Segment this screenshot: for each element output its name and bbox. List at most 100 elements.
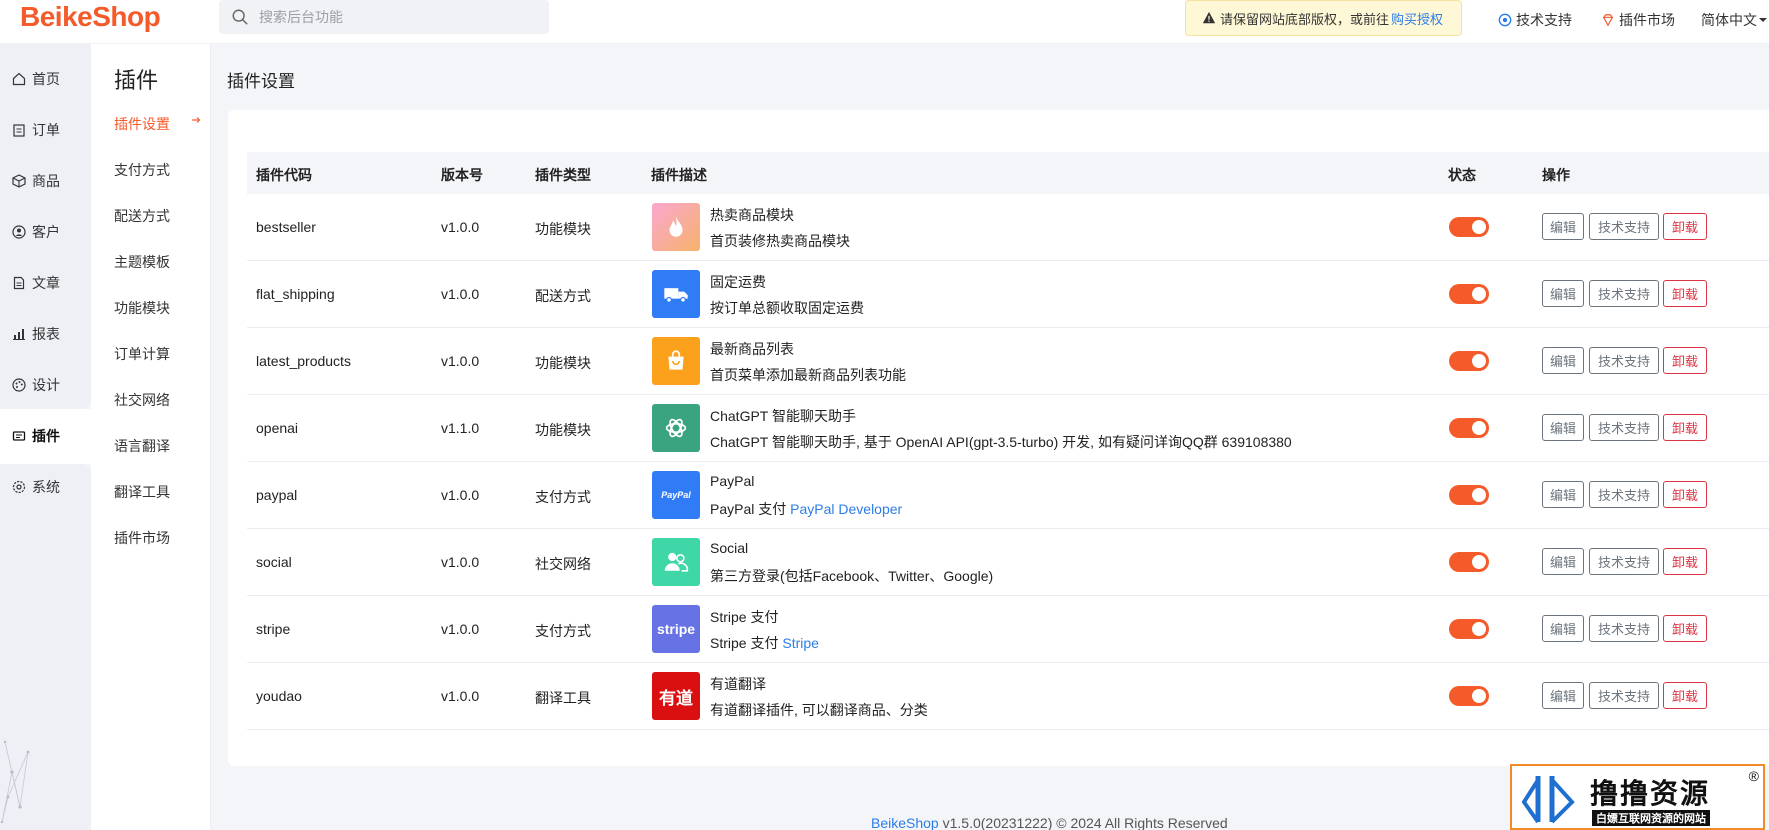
tech-support-button[interactable]: 技术支持 xyxy=(1589,213,1659,240)
sidebar-item-products[interactable]: 商品 xyxy=(12,171,60,191)
status-toggle[interactable] xyxy=(1449,686,1489,706)
uninstall-button[interactable]: 卸载 xyxy=(1663,548,1707,575)
status-toggle[interactable] xyxy=(1449,284,1489,304)
clipboard-icon xyxy=(13,124,25,137)
plugin-version: v1.0.0 xyxy=(441,688,480,704)
edit-button[interactable]: 编辑 xyxy=(1542,548,1584,575)
plugin-name: PayPal xyxy=(710,473,755,489)
sidebar-item-customers[interactable]: 客户 xyxy=(12,222,60,242)
uninstall-button[interactable]: 卸载 xyxy=(1663,414,1707,441)
search-box[interactable] xyxy=(219,0,549,34)
decoration-graphic xyxy=(0,740,30,824)
plugin-code: flat_shipping xyxy=(256,286,335,302)
edit-button[interactable]: 编辑 xyxy=(1542,414,1584,441)
home-icon xyxy=(12,72,26,86)
status-toggle[interactable] xyxy=(1449,552,1489,572)
uninstall-button[interactable]: 卸载 xyxy=(1663,280,1707,307)
subnav-item-plugin-settings[interactable]: 插件设置 xyxy=(114,114,170,134)
uninstall-button[interactable]: 卸载 xyxy=(1663,347,1707,374)
plugin-description: Stripe 支付 Stripe xyxy=(710,635,819,651)
logo[interactable]: BeikeShop xyxy=(20,0,161,34)
plugin-description: PayPal 支付 PayPal Developer xyxy=(710,501,903,517)
column-header-description: 插件描述 xyxy=(651,167,707,183)
subnav-item-social[interactable]: 社交网络 xyxy=(114,390,170,410)
plugin-name: 热卖商品模块 xyxy=(710,207,794,223)
sidebar-item-label: 客户 xyxy=(32,224,60,240)
language-label: 简体中文 xyxy=(1701,12,1757,28)
plugin-version: v1.0.0 xyxy=(441,621,480,637)
plugin-type: 功能模块 xyxy=(535,355,591,371)
sidebar-item-plugins[interactable]: 插件 xyxy=(12,426,60,446)
subnav-item-shipping[interactable]: 配送方式 xyxy=(114,206,170,226)
plugin-code: bestseller xyxy=(256,219,316,235)
plugin-description: 第三方登录(包括Facebook、Twitter、Google) xyxy=(710,568,994,584)
search-input[interactable] xyxy=(259,9,539,25)
plugin-market-link[interactable]: 插件市场 xyxy=(1601,10,1675,30)
edit-button[interactable]: 编辑 xyxy=(1542,280,1584,307)
subnav-item-translator[interactable]: 翻译工具 xyxy=(114,482,170,502)
sidebar-item-orders[interactable]: 订单 xyxy=(12,120,60,140)
stripe-icon: stripe xyxy=(652,605,700,653)
sidebar-item-label: 插件 xyxy=(32,428,60,444)
plugin-description: 有道翻译插件, 可以翻译商品、分类 xyxy=(710,702,928,718)
tech-support-button[interactable]: 技术支持 xyxy=(1589,280,1659,307)
box-icon xyxy=(12,174,26,188)
uninstall-button[interactable]: 卸载 xyxy=(1663,682,1707,709)
tech-support-button[interactable]: 技术支持 xyxy=(1589,481,1659,508)
sidebar-item-articles[interactable]: 文章 xyxy=(12,273,60,293)
plugin-code: openai xyxy=(256,420,299,436)
edit-button[interactable]: 编辑 xyxy=(1542,682,1584,709)
uninstall-button[interactable]: 卸载 xyxy=(1663,481,1707,508)
sub-sidebar-title: 插件 xyxy=(114,68,159,93)
buy-license-link[interactable]: 购买授权 xyxy=(1391,9,1443,28)
subnav-item-order-total[interactable]: 订单计算 xyxy=(114,344,170,364)
footer-brand-link[interactable]: BeikeShop xyxy=(871,815,939,830)
sidebar-item-home[interactable]: 首页 xyxy=(12,69,60,89)
edit-button[interactable]: 编辑 xyxy=(1542,615,1584,642)
paypal-developer-link[interactable]: PayPal Developer xyxy=(790,501,902,517)
subnav-item-themes[interactable]: 主题模板 xyxy=(114,252,170,272)
uninstall-button[interactable]: 卸载 xyxy=(1663,615,1707,642)
watermark-emblem-icon xyxy=(1521,776,1575,824)
plugin-type: 功能模块 xyxy=(535,422,591,438)
plugin-code: stripe xyxy=(256,621,291,637)
plugin-type: 翻译工具 xyxy=(535,690,591,706)
subnav-item-modules[interactable]: 功能模块 xyxy=(114,298,170,318)
edit-button[interactable]: 编辑 xyxy=(1542,347,1584,374)
tech-support-button[interactable]: 技术支持 xyxy=(1589,414,1659,441)
sidebar-item-system[interactable]: 系统 xyxy=(12,477,60,497)
tech-support-button[interactable]: 技术支持 xyxy=(1589,548,1659,575)
search-icon xyxy=(232,9,248,25)
sidebar-item-label: 首页 xyxy=(32,71,60,87)
plugin-version: v1.0.0 xyxy=(441,353,480,369)
plugin-name: 固定运费 xyxy=(710,274,766,290)
sidebar-item-label: 设计 xyxy=(32,377,60,393)
stripe-link[interactable]: Stripe xyxy=(782,635,819,651)
plugin-type: 社交网络 xyxy=(535,556,591,572)
tech-support-button[interactable]: 技术支持 xyxy=(1589,682,1659,709)
sidebar-item-label: 报表 xyxy=(32,326,60,342)
sidebar-item-reports[interactable]: 报表 xyxy=(12,324,60,344)
tech-support-button[interactable]: 技术支持 xyxy=(1589,347,1659,374)
edit-button[interactable]: 编辑 xyxy=(1542,213,1584,240)
tech-support-link[interactable]: 技术支持 xyxy=(1498,10,1572,30)
subnav-item-language[interactable]: 语言翻译 xyxy=(114,436,170,456)
status-toggle[interactable] xyxy=(1449,217,1489,237)
subnav-item-payment[interactable]: 支付方式 xyxy=(114,160,170,180)
status-toggle[interactable] xyxy=(1449,485,1489,505)
language-dropdown[interactable]: 简体中文 xyxy=(1701,10,1767,30)
uninstall-button[interactable]: 卸载 xyxy=(1663,213,1707,240)
paypal-icon: PayPal xyxy=(652,471,700,519)
status-toggle[interactable] xyxy=(1449,619,1489,639)
plugin-version: v1.1.0 xyxy=(441,420,480,436)
arrow-right-icon xyxy=(192,117,201,123)
status-toggle[interactable] xyxy=(1449,418,1489,438)
status-toggle[interactable] xyxy=(1449,351,1489,371)
plugin-code: youdao xyxy=(256,688,302,704)
tech-support-button[interactable]: 技术支持 xyxy=(1589,615,1659,642)
sidebar-item-label: 订单 xyxy=(32,122,60,138)
sidebar-item-design[interactable]: 设计 xyxy=(12,375,60,395)
edit-button[interactable]: 编辑 xyxy=(1542,481,1584,508)
palette-icon xyxy=(12,378,26,392)
subnav-item-market[interactable]: 插件市场 xyxy=(114,528,170,548)
